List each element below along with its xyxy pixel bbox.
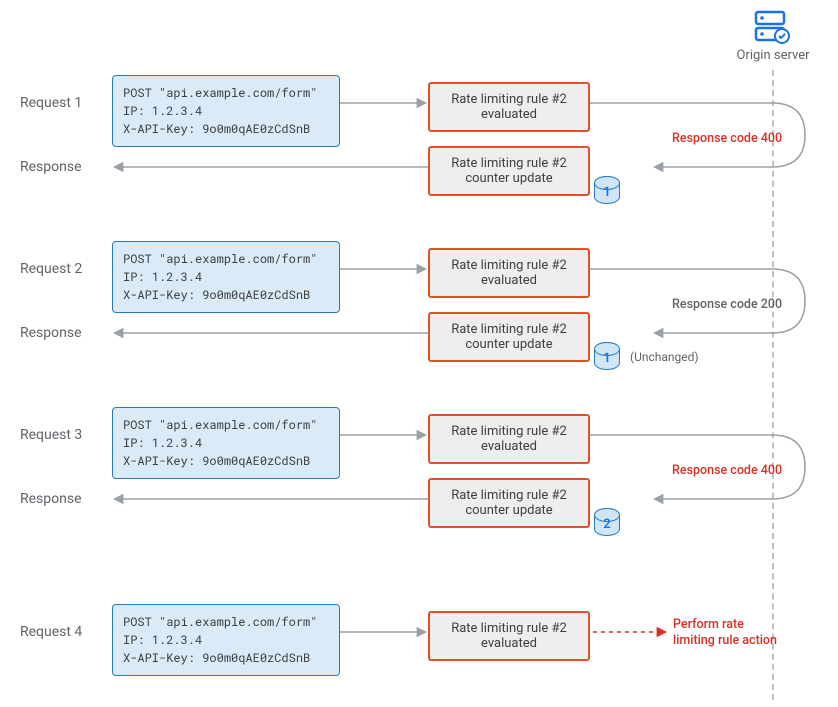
rule-update-box-2: Rate limiting rule #2counter update bbox=[428, 312, 590, 362]
request-4-box: POST "api.example.com/form" IP: 1.2.3.4 … bbox=[112, 604, 340, 676]
counter-2: 1 bbox=[594, 342, 620, 370]
response-2-label: Response bbox=[20, 325, 82, 341]
rule-eval-box-3: Rate limiting rule #2evaluated bbox=[428, 414, 590, 464]
diagram-canvas: Origin server Request 1 POST "api.exampl… bbox=[0, 0, 838, 707]
response-code-2: Response code 200 bbox=[672, 297, 782, 312]
unchanged-label: (Unchanged) bbox=[630, 350, 699, 364]
rule-update-box-1: Rate limiting rule #2counter update bbox=[428, 146, 590, 196]
origin-server-line bbox=[772, 70, 774, 700]
request-2-label: Request 2 bbox=[20, 261, 82, 277]
request-1-label: Request 1 bbox=[20, 95, 82, 111]
server-icon bbox=[754, 10, 790, 48]
rule-eval-box-4: Rate limiting rule #2evaluated bbox=[428, 611, 590, 661]
rule-eval-box-2: Rate limiting rule #2evaluated bbox=[428, 248, 590, 298]
rule-eval-box-1: Rate limiting rule #2evaluated bbox=[428, 82, 590, 132]
response-1-label: Response bbox=[20, 159, 82, 175]
request-3-label: Request 3 bbox=[20, 427, 82, 443]
counter-1: 1 bbox=[594, 176, 620, 204]
response-code-1: Response code 400 bbox=[672, 131, 782, 146]
response-3-label: Response bbox=[20, 491, 82, 507]
request-1-box: POST "api.example.com/form" IP: 1.2.3.4 … bbox=[112, 75, 340, 147]
origin-server-label: Origin server bbox=[713, 48, 833, 63]
request-4-label: Request 4 bbox=[20, 624, 82, 640]
counter-3: 2 bbox=[594, 508, 620, 536]
perform-action-text: Perform ratelimiting rule action bbox=[673, 617, 777, 650]
request-3-box: POST "api.example.com/form" IP: 1.2.3.4 … bbox=[112, 407, 340, 479]
request-2-box: POST "api.example.com/form" IP: 1.2.3.4 … bbox=[112, 241, 340, 313]
rule-update-box-3: Rate limiting rule #2counter update bbox=[428, 478, 590, 528]
response-code-3: Response code 400 bbox=[672, 463, 782, 478]
